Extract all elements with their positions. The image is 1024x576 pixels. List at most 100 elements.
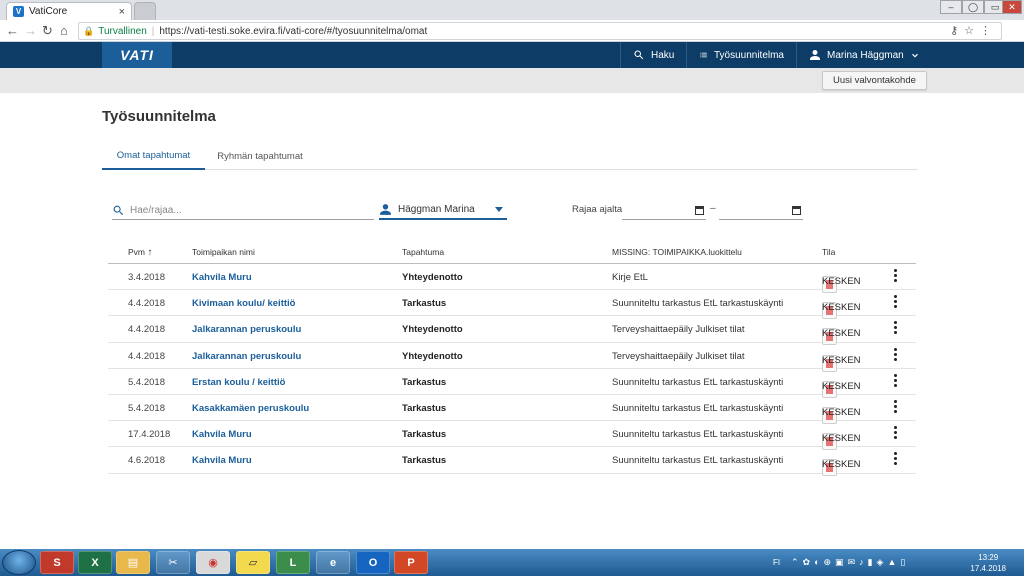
windows-taskbar: S X ▤ ✂ ◉ ▱ L e O P FI ⌃✿◐⊕▣✉♪▮◈▲▯ 13:29…: [0, 549, 1024, 576]
forward-arrow-icon[interactable]: →: [24, 23, 37, 39]
close-tab-icon[interactable]: ×: [119, 6, 125, 18]
row-date: 3.4.2018: [128, 272, 165, 283]
row-classification: Suunniteltu tarkastus EtL tarkastuskäynt…: [612, 376, 784, 388]
column-header-status[interactable]: Tila: [822, 247, 835, 257]
new-tab-button[interactable]: [134, 2, 156, 20]
row-classification: Terveyshaittaepäily Julkiset tilat: [612, 324, 745, 336]
table-row[interactable]: 5.4.2018 Kasakkamäen peruskoulu Tarkastus S…: [108, 395, 916, 424]
row-status-label: KESKEN: [822, 406, 861, 418]
row-place-link[interactable]: Jalkarannan peruskoulu: [192, 351, 301, 362]
close-window-button[interactable]: ✕: [1002, 0, 1022, 14]
more-vert-icon[interactable]: [894, 452, 897, 466]
more-vert-icon[interactable]: [894, 321, 897, 335]
nav-workplan-button[interactable]: Työsuunnitelma: [686, 42, 796, 68]
tab-group-events[interactable]: Ryhmän tapahtumat: [208, 142, 312, 170]
row-place-link[interactable]: Kasakkamäen peruskoulu: [192, 403, 309, 414]
tab-own-events[interactable]: Omat tapahtumat: [102, 142, 205, 170]
clock[interactable]: 13:29 17.4.2018: [970, 552, 1006, 574]
date-to-field[interactable]: [719, 201, 803, 220]
table-row[interactable]: 4.4.2018 Jalkarannan peruskoulu Yhteydenot…: [108, 316, 916, 346]
chevron-down-icon: [911, 53, 918, 58]
table-row[interactable]: 4.4.2018 Kivimaan koulu/ keittiö Tarkastus…: [108, 290, 916, 320]
calendar-icon[interactable]: [792, 206, 801, 215]
row-status-label: KESKEN: [822, 354, 861, 366]
row-place-link[interactable]: Kahvila Muru: [192, 455, 252, 466]
browser-toolbar: ← → ↻ ⌂ 🔒 Turvallinen | https://vati-tes…: [0, 20, 1024, 42]
table-row[interactable]: 3.4.2018 Kahvila Muru Yhteydenotto Kirje Et…: [108, 264, 916, 293]
table-row[interactable]: 4.4.2018 Jalkarannan peruskoulu Yhteydenot…: [108, 343, 916, 372]
row-event: Yhteydenotto: [402, 324, 463, 336]
more-vert-icon[interactable]: [894, 426, 897, 440]
column-header-place[interactable]: Toimipaikan nimi: [192, 247, 255, 257]
table-row[interactable]: 4.6.2018 Kahvila Muru Tarkastus Suunniteltu…: [108, 447, 916, 477]
row-status-label: KESKEN: [822, 302, 861, 314]
row-place-link[interactable]: Kahvila Muru: [192, 429, 252, 440]
snipping-tool-icon[interactable]: ✂: [156, 551, 190, 574]
row-date: 4.4.2018: [128, 298, 165, 310]
new-inspection-target-button[interactable]: Uusi valvontakohde: [822, 71, 927, 90]
more-vert-icon[interactable]: [894, 295, 897, 309]
user-select-value: Häggman Marina: [398, 204, 475, 215]
column-header-classification[interactable]: MISSING: TOIMIPAIKKA.luokittelu: [612, 247, 742, 257]
search-icon: [634, 50, 644, 60]
tray-icons[interactable]: ⌃✿◐⊕▣✉♪▮◈▲▯: [791, 557, 909, 568]
search-icon: [113, 205, 124, 215]
more-vert-icon[interactable]: [894, 347, 897, 361]
column-header-event[interactable]: Tapahtuma: [402, 247, 444, 257]
nav-search-button[interactable]: Haku: [620, 42, 686, 68]
outlook-icon[interactable]: O: [356, 551, 390, 574]
browser-tab-title: VatiCore: [29, 6, 68, 17]
table-body: 3.4.2018 Kahvila Muru Yhteydenotto Kirje Et…: [108, 264, 916, 477]
user-menu-button[interactable]: Marina Häggman: [796, 42, 932, 68]
sticky-notes-icon[interactable]: ▱: [236, 551, 270, 574]
language-indicator[interactable]: FI: [773, 558, 780, 567]
internet-explorer-icon[interactable]: e: [316, 551, 350, 574]
browser-tab[interactable]: V VatiCore ×: [6, 2, 132, 20]
search-field[interactable]: [112, 201, 374, 220]
user-icon: [810, 50, 820, 60]
row-date: 17.4.2018: [128, 429, 171, 441]
reload-icon[interactable]: ↻: [42, 23, 53, 39]
address-bar[interactable]: 🔒 Turvallinen | https://vati-testi.soke.…: [78, 22, 1002, 40]
workplan-table: Pvm ↑ Toimipaikan nimi Tapahtuma MISSING…: [108, 239, 916, 477]
row-place-link[interactable]: Jalkarannan peruskoulu: [192, 324, 301, 335]
row-date: 4.4.2018: [128, 324, 165, 336]
more-vert-icon[interactable]: [894, 373, 897, 387]
more-vert-icon[interactable]: [894, 269, 897, 282]
vati-logo[interactable]: VATI: [102, 42, 172, 68]
excel-icon[interactable]: X: [78, 551, 112, 574]
row-status-label: KESKEN: [822, 459, 861, 471]
chrome-icon[interactable]: ◉: [196, 551, 230, 574]
app-subheader: Uusi valvontakohde: [0, 68, 1024, 93]
user-icon: [380, 204, 391, 215]
skype-business-icon[interactable]: S: [40, 551, 74, 574]
row-classification: Suunniteltu tarkastus EtL tarkastuskäynt…: [612, 455, 784, 467]
windows-start-icon[interactable]: [2, 550, 36, 575]
bookmark-star-icon[interactable]: ⚷☆⋮: [950, 24, 997, 37]
table-header: Pvm ↑ Toimipaikan nimi Tapahtuma MISSING…: [108, 239, 916, 264]
powerpoint-icon[interactable]: P: [394, 551, 428, 574]
more-vert-icon[interactable]: [894, 399, 897, 413]
column-header-date[interactable]: Pvm ↑: [128, 247, 152, 258]
row-status-label: KESKEN: [822, 380, 861, 392]
row-place-link[interactable]: Erstan koulu / keittiö: [192, 377, 285, 388]
project-app-icon[interactable]: L: [276, 551, 310, 574]
row-event: Yhteydenotto: [402, 350, 463, 362]
row-date: 4.6.2018: [128, 455, 165, 467]
home-icon[interactable]: ⌂: [60, 23, 68, 39]
row-place-link[interactable]: Kivimaan koulu/ keittiö: [192, 298, 295, 309]
table-row[interactable]: 5.4.2018 Erstan koulu / keittiö Tarkastus S…: [108, 369, 916, 398]
user-select[interactable]: Häggman Marina: [379, 201, 507, 220]
back-arrow-icon[interactable]: ←: [6, 23, 19, 39]
dropdown-caret-icon: [495, 207, 503, 212]
calendar-icon[interactable]: [695, 206, 704, 215]
minimize-window-button[interactable]: –: [940, 0, 962, 14]
row-place-link[interactable]: Kahvila Muru: [192, 272, 252, 283]
row-status-label: KESKEN: [822, 328, 861, 340]
table-row[interactable]: 17.4.2018 Kahvila Muru Tarkastus Suunnitelt…: [108, 421, 916, 451]
date-from-field[interactable]: [622, 201, 706, 220]
user-window-button[interactable]: ◯: [962, 0, 984, 14]
list-icon: [700, 52, 707, 58]
search-input[interactable]: [130, 204, 360, 216]
file-explorer-icon[interactable]: ▤: [116, 551, 150, 574]
